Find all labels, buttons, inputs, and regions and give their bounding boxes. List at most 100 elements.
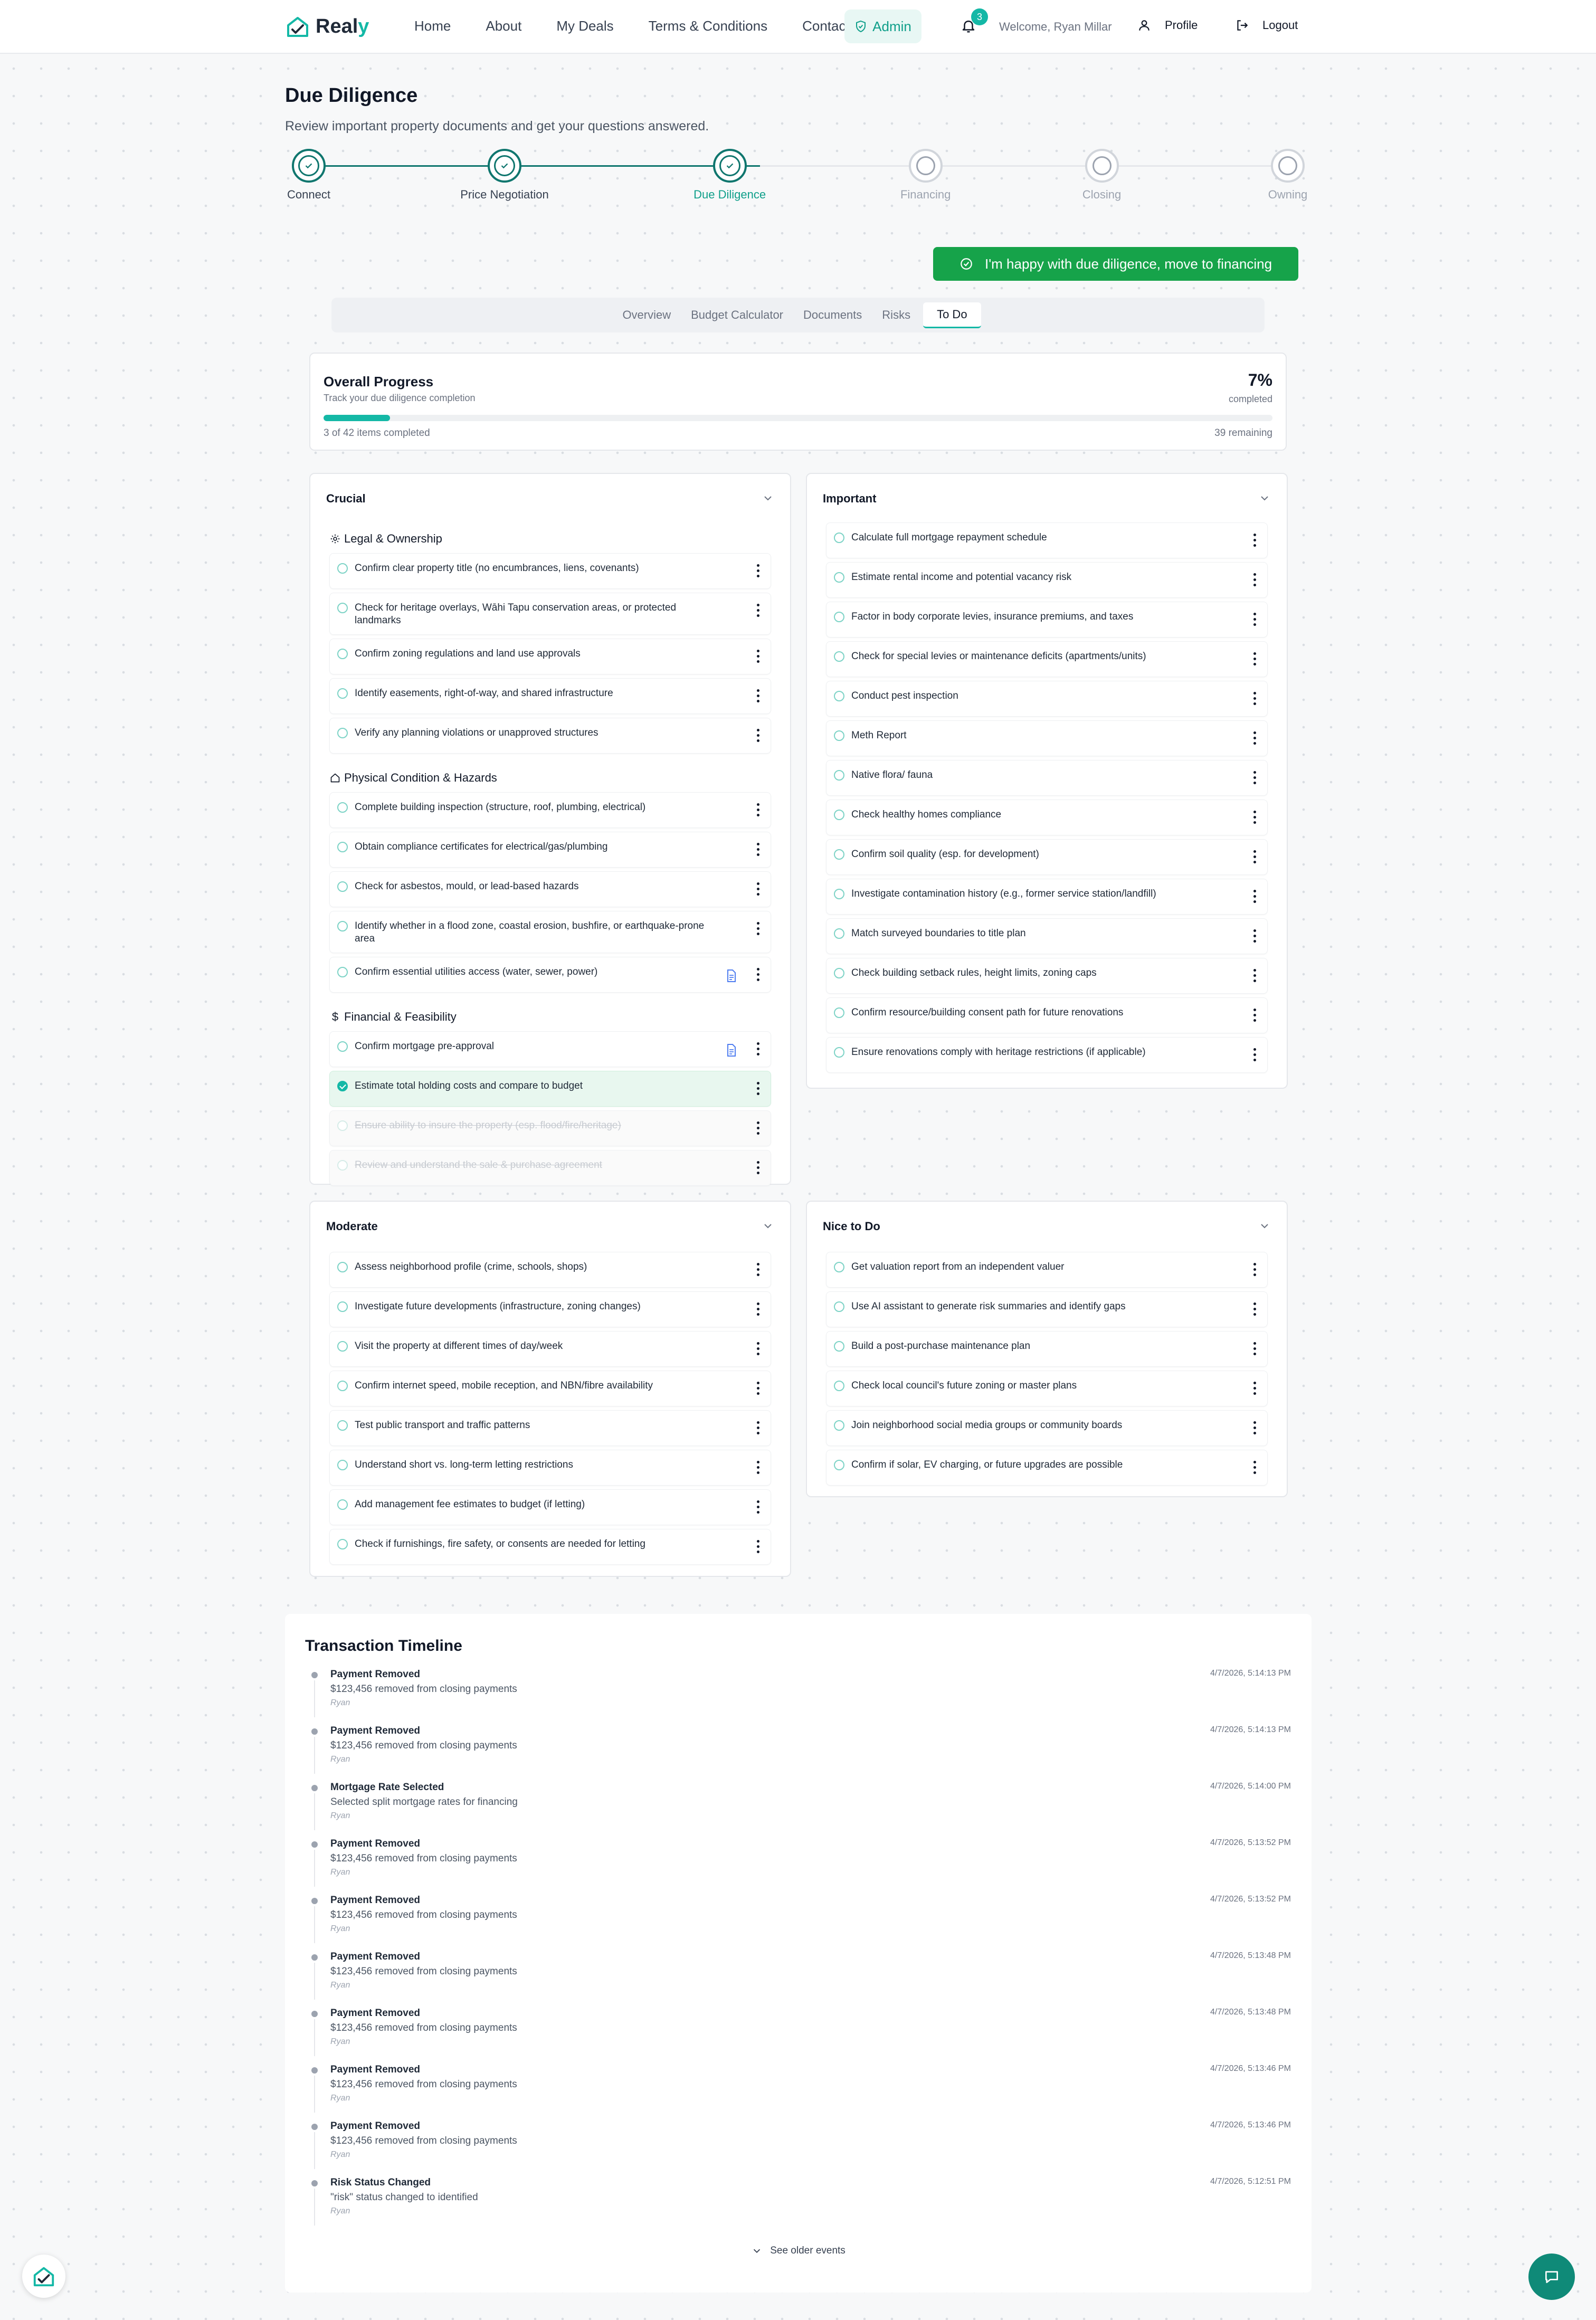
more-options-icon[interactable]	[1252, 534, 1257, 548]
checklist-item[interactable]: Confirm soil quality (esp. for developme…	[826, 839, 1268, 875]
nav-link-home[interactable]: Home	[414, 18, 451, 34]
checklist-item[interactable]: Understand short vs. long-term letting r…	[329, 1450, 771, 1486]
checklist-item[interactable]: Investigate contamination history (e.g.,…	[826, 879, 1268, 915]
checklist-item[interactable]: Estimate total holding costs and compare…	[329, 1071, 771, 1107]
more-options-icon[interactable]	[756, 1421, 760, 1436]
checklist-item[interactable]: Confirm essential utilities access (wate…	[329, 957, 771, 993]
step-owning[interactable]: Owning	[1235, 148, 1341, 202]
checkbox[interactable]	[834, 1381, 844, 1391]
more-options-icon[interactable]	[1252, 1009, 1257, 1023]
checklist-item[interactable]: Obtain compliance certificates for elect…	[329, 832, 771, 868]
chevron-down-icon[interactable]	[1258, 1220, 1271, 1232]
checkbox[interactable]	[337, 563, 348, 574]
checklist-item[interactable]: Match surveyed boundaries to title plan	[826, 918, 1268, 954]
move-to-financing-button[interactable]: I'm happy with due diligence, move to fi…	[933, 247, 1298, 281]
tab-overview[interactable]: Overview	[615, 302, 678, 328]
more-options-icon[interactable]	[756, 729, 760, 744]
more-options-icon[interactable]	[756, 564, 760, 579]
checkbox[interactable]	[834, 928, 844, 939]
checkbox[interactable]	[834, 651, 844, 662]
more-options-icon[interactable]	[756, 1342, 760, 1357]
more-options-icon[interactable]	[756, 1121, 760, 1136]
checkbox[interactable]	[834, 730, 844, 741]
checklist-item[interactable]: Confirm internet speed, mobile reception…	[329, 1371, 771, 1406]
more-options-icon[interactable]	[1252, 1461, 1257, 1476]
chevron-down-icon[interactable]	[762, 1220, 774, 1232]
checkbox[interactable]	[834, 889, 844, 899]
checklist-item[interactable]: Check building setback rules, height lim…	[826, 958, 1268, 994]
more-options-icon[interactable]	[756, 1540, 760, 1555]
checklist-item[interactable]: Test public transport and traffic patter…	[329, 1410, 771, 1446]
checkbox[interactable]	[337, 1539, 348, 1549]
checklist-item[interactable]: Add management fee estimates to budget (…	[329, 1489, 771, 1525]
checkbox[interactable]	[834, 810, 844, 820]
chat-button[interactable]	[1528, 2254, 1575, 2300]
more-options-icon[interactable]	[756, 843, 760, 858]
checklist-item[interactable]: Ensure renovations comply with heritage …	[826, 1037, 1268, 1073]
logout-link[interactable]: Logout	[1235, 18, 1298, 32]
checklist-item[interactable]: Confirm mortgage pre-approval	[329, 1031, 771, 1067]
checkbox[interactable]	[337, 603, 348, 613]
checklist-item[interactable]: Identify whether in a flood zone, coasta…	[329, 911, 771, 953]
admin-button[interactable]: Admin	[844, 9, 922, 43]
checkbox[interactable]	[834, 1460, 844, 1470]
checklist-item[interactable]: Check if furnishings, fire safety, or co…	[329, 1529, 771, 1565]
checkbox[interactable]	[834, 1341, 844, 1352]
checkbox[interactable]	[834, 533, 844, 543]
more-options-icon[interactable]	[756, 1500, 760, 1515]
checkbox[interactable]	[337, 1262, 348, 1272]
checklist-item[interactable]: Review and understand the sale & purchas…	[329, 1150, 771, 1186]
checkbox[interactable]	[337, 1120, 348, 1131]
document-icon[interactable]	[725, 1043, 738, 1057]
chevron-down-icon[interactable]	[1258, 492, 1271, 505]
checkbox[interactable]	[834, 1420, 844, 1431]
checklist-item[interactable]: Check for heritage overlays, Wāhi Tapu c…	[329, 593, 771, 635]
more-options-icon[interactable]	[1252, 850, 1257, 865]
logo[interactable]: Realy	[285, 14, 369, 39]
checklist-item[interactable]: Visit the property at different times of…	[329, 1331, 771, 1367]
nav-link-about[interactable]: About	[486, 18, 521, 34]
checklist-item[interactable]: Identify easements, right-of-way, and sh…	[329, 678, 771, 714]
more-options-icon[interactable]	[756, 1161, 760, 1176]
checkbox[interactable]	[834, 849, 844, 860]
more-options-icon[interactable]	[756, 922, 760, 937]
nav-link-contact[interactable]: Contact	[802, 18, 850, 34]
step-closing[interactable]: Closing	[1049, 148, 1155, 202]
checkbox[interactable]	[337, 1381, 348, 1391]
step-due-diligence[interactable]: Due Diligence	[677, 148, 783, 202]
checklist-item[interactable]: Check for asbestos, mould, or lead-based…	[329, 871, 771, 907]
checklist-item[interactable]: Ensure ability to insure the property (e…	[329, 1110, 771, 1146]
checkbox[interactable]	[337, 842, 348, 852]
more-options-icon[interactable]	[1252, 613, 1257, 627]
checkbox[interactable]	[337, 802, 348, 813]
checkbox[interactable]	[337, 728, 348, 738]
more-options-icon[interactable]	[1252, 1302, 1257, 1317]
more-options-icon[interactable]	[1252, 731, 1257, 746]
checkbox[interactable]	[337, 1499, 348, 1510]
more-options-icon[interactable]	[1252, 652, 1257, 667]
more-options-icon[interactable]	[756, 803, 760, 818]
more-options-icon[interactable]	[1252, 1421, 1257, 1436]
checkbox[interactable]	[337, 688, 348, 699]
checkbox[interactable]	[337, 1420, 348, 1431]
checklist-item[interactable]: Investigate future developments (infrast…	[329, 1291, 771, 1327]
more-options-icon[interactable]	[756, 1382, 760, 1396]
checkbox[interactable]	[834, 1301, 844, 1312]
checkbox[interactable]	[834, 1007, 844, 1018]
checklist-item[interactable]: Join neighborhood social media groups or…	[826, 1410, 1268, 1446]
checkbox[interactable]	[337, 881, 348, 892]
checklist-item[interactable]: Build a post-purchase maintenance plan	[826, 1331, 1268, 1367]
checklist-item[interactable]: Meth Report	[826, 720, 1268, 756]
checkbox[interactable]	[337, 1081, 348, 1091]
more-options-icon[interactable]	[756, 689, 760, 704]
more-options-icon[interactable]	[756, 1461, 760, 1476]
step-connect[interactable]: Connect	[256, 148, 362, 202]
more-options-icon[interactable]	[756, 604, 760, 619]
checkbox[interactable]	[834, 691, 844, 701]
more-options-icon[interactable]	[1252, 929, 1257, 944]
checklist-item[interactable]: Verify any planning violations or unappr…	[329, 718, 771, 754]
more-options-icon[interactable]	[756, 882, 760, 897]
checklist-item[interactable]: Get valuation report from an independent…	[826, 1252, 1268, 1288]
more-options-icon[interactable]	[756, 1042, 760, 1057]
checklist-item[interactable]: Calculate full mortgage repayment schedu…	[826, 522, 1268, 558]
